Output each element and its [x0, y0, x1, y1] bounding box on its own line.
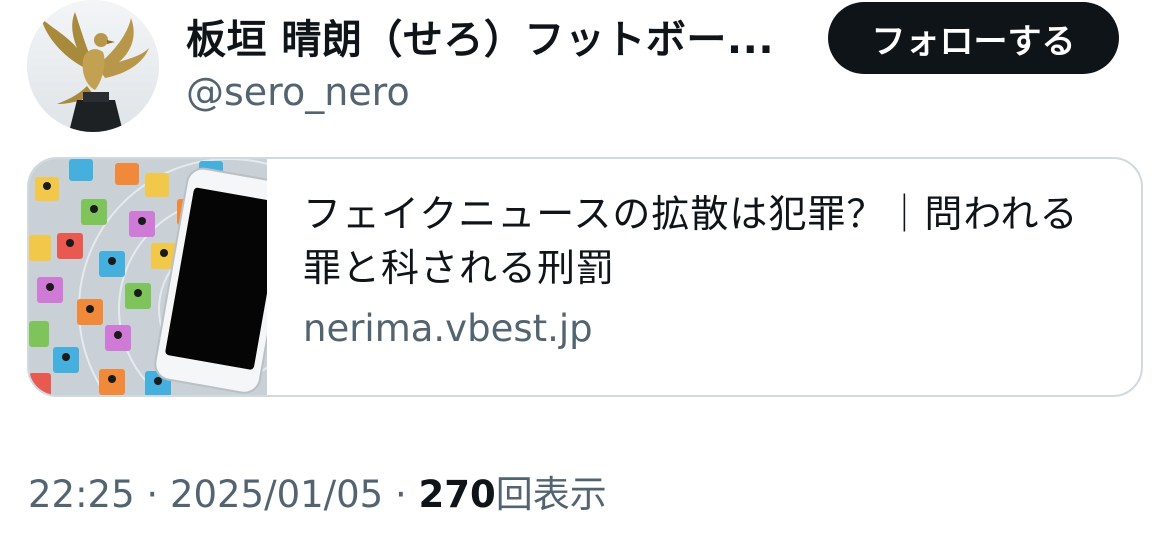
author-display-name[interactable]: 板垣 晴朗（せろ）フットボー...	[186, 14, 796, 66]
tweet-meta: 22:25 · 2025/01/05 · 270回表示	[28, 470, 607, 520]
author-handle[interactable]: @sero_nero	[186, 68, 410, 116]
meta-separator: ·	[394, 473, 407, 516]
views-count[interactable]: 270	[419, 473, 496, 516]
author-avatar[interactable]	[27, 0, 159, 132]
link-card-domain: nerima.vbest.jp	[303, 307, 593, 350]
meta-separator: ·	[146, 473, 159, 516]
tweet-time[interactable]: 22:25	[28, 473, 135, 516]
link-card[interactable]: フェイクニュースの拡散は犯罪？｜問われる罪と科される刑罰 nerima.vbes…	[27, 157, 1143, 397]
link-card-thumbnail	[29, 159, 267, 395]
tweet-date[interactable]: 2025/01/05	[170, 473, 383, 516]
phoenix-statue-icon	[27, 0, 159, 132]
tweet-detail: 板垣 晴朗（せろ）フットボー... @sero_nero フォローする フェイク…	[0, 0, 1170, 552]
link-card-title: フェイクニュースの拡散は犯罪？｜問われる罪と科される刑罰	[303, 192, 1079, 290]
views-label: 回表示	[495, 473, 607, 516]
follow-button[interactable]: フォローする	[828, 2, 1119, 74]
smartphone-people-blocks-icon	[29, 159, 267, 395]
link-card-body: フェイクニュースの拡散は犯罪？｜問われる罪と科される刑罰 nerima.vbes…	[267, 159, 1141, 395]
